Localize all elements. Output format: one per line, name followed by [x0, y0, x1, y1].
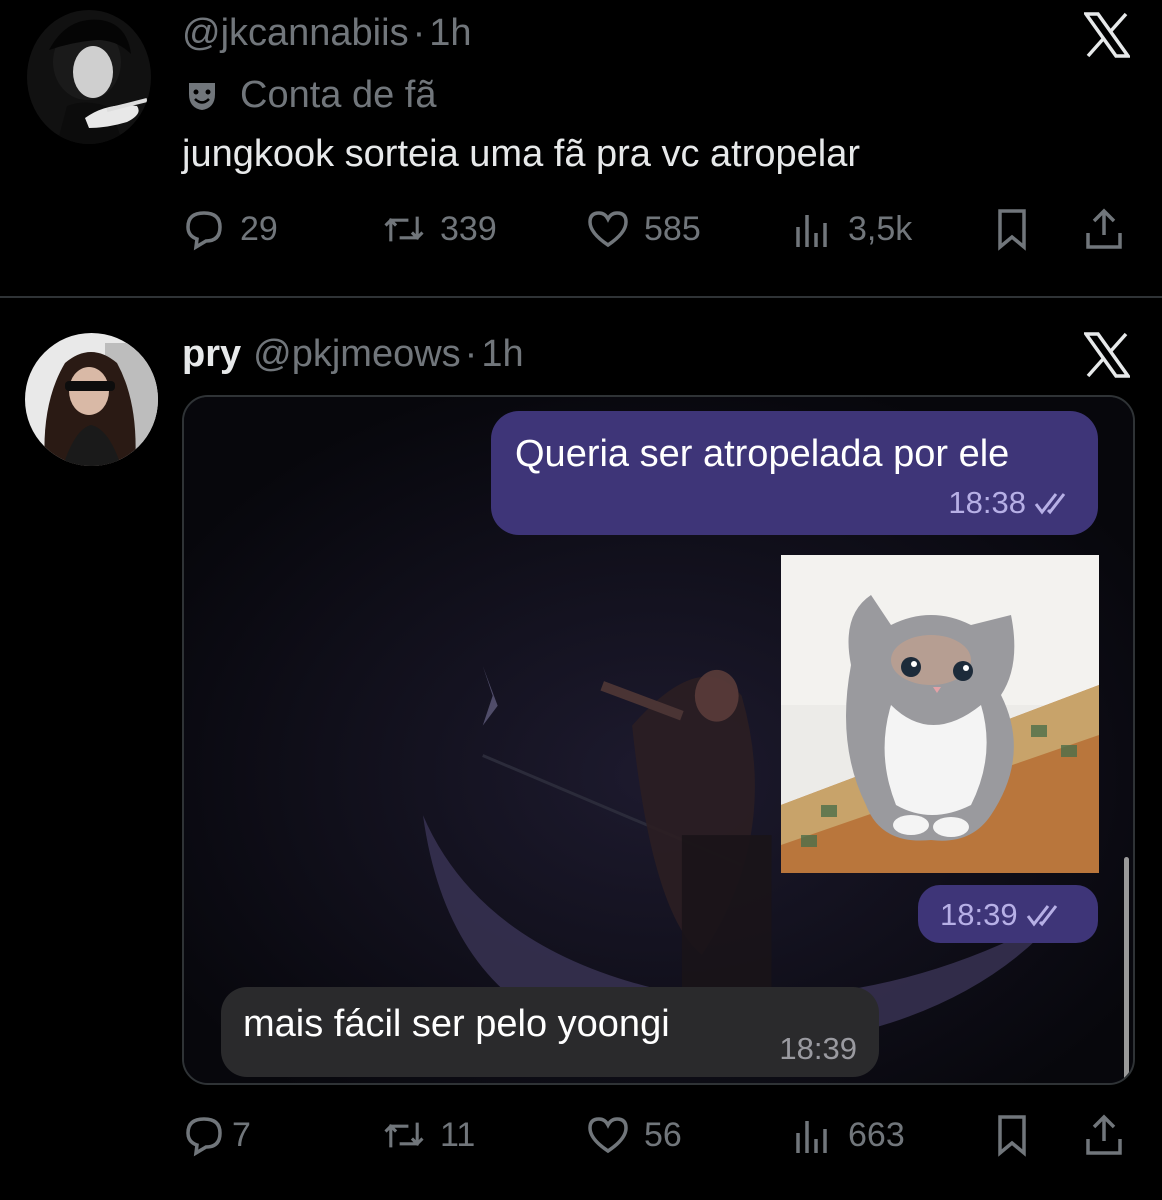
heart-icon	[588, 1117, 628, 1154]
reply-button[interactable]: 7	[182, 1113, 251, 1157]
repost-count: 11	[440, 1115, 476, 1154]
display-name[interactable]: pry	[182, 333, 241, 375]
timestamp[interactable]: 1h	[481, 333, 523, 375]
repost-button[interactable]: 339	[382, 207, 497, 251]
bookmark-icon	[998, 209, 1026, 251]
view-count: 663	[848, 1115, 905, 1154]
view-count: 3,5k	[848, 209, 913, 248]
reply-count: 29	[240, 209, 278, 248]
outgoing-message[interactable]: Queria ser atropelada por ele 18:38	[491, 411, 1098, 535]
timestamp[interactable]: 1h	[429, 12, 471, 54]
views-button[interactable]: 3,5k	[790, 207, 912, 251]
account-label[interactable]: Conta de fã	[186, 74, 436, 117]
tweet-1[interactable]: @jkcannabiis · 1h Conta de fã jungkook sor…	[0, 0, 1162, 296]
user-handle[interactable]: @jkcannabiis	[182, 12, 409, 54]
share-button[interactable]	[1082, 207, 1126, 251]
share-button[interactable]	[1082, 1113, 1126, 1157]
avatar[interactable]	[27, 10, 151, 144]
like-count: 56	[644, 1115, 682, 1154]
share-icon	[1086, 208, 1122, 249]
tweet-header: pry @pkjmeows · 1h	[182, 333, 524, 375]
bookmark-button[interactable]	[990, 1113, 1034, 1157]
message-text: Queria ser atropelada por ele	[515, 433, 1010, 475]
label-text: Conta de fã	[240, 74, 437, 116]
reply-button[interactable]: 29	[182, 207, 278, 251]
double-check-icon	[1026, 905, 1057, 927]
tweet-text: jungkook sorteia uma fã pra vc atropelar	[182, 133, 861, 175]
repost-icon	[384, 216, 424, 242]
double-check-icon	[1034, 493, 1066, 515]
message-text: mais fácil ser pelo yoongi	[243, 1003, 670, 1045]
theater-mask-icon	[189, 82, 215, 110]
avatar[interactable]	[25, 333, 158, 466]
action-bar: 29 339 585 3,5k	[182, 207, 1132, 257]
share-icon	[1086, 1114, 1122, 1155]
heart-icon	[588, 211, 628, 248]
message-time: 18:39	[940, 897, 1066, 933]
views-icon	[796, 1121, 827, 1153]
reply-count: 7	[232, 1115, 251, 1154]
bookmark-icon	[998, 1115, 1026, 1157]
views-button[interactable]: 663	[790, 1113, 905, 1157]
repost-button[interactable]: 11	[382, 1113, 475, 1157]
tweet-header: @jkcannabiis · 1h	[182, 12, 472, 54]
x-logo-icon[interactable]	[1084, 12, 1130, 58]
like-button[interactable]: 585	[586, 207, 701, 251]
action-bar: 7 11 56 663	[182, 1113, 1132, 1163]
reply-icon	[186, 211, 222, 251]
chat-scrollbar[interactable]	[1124, 857, 1129, 1082]
x-logo-icon[interactable]	[1084, 332, 1130, 378]
message-time: 18:39	[779, 1031, 857, 1066]
kitten-photo[interactable]	[781, 555, 1099, 873]
repost-count: 339	[440, 209, 497, 248]
tweet-media-chat-screenshot[interactable]: Queria ser atropelada por ele 18:38 18:3…	[182, 395, 1135, 1085]
views-icon	[796, 215, 827, 247]
like-count: 585	[644, 209, 701, 248]
message-time: 18:38	[948, 485, 1074, 521]
outgoing-message-time[interactable]: 18:39	[918, 885, 1098, 943]
bookmark-button[interactable]	[990, 207, 1034, 251]
like-button[interactable]: 56	[586, 1113, 682, 1157]
user-handle[interactable]: @pkjmeows	[253, 333, 461, 375]
incoming-message[interactable]: mais fácil ser pelo yoongi 18:39	[221, 987, 879, 1077]
reply-icon	[186, 1117, 222, 1157]
repost-icon	[384, 1122, 424, 1148]
